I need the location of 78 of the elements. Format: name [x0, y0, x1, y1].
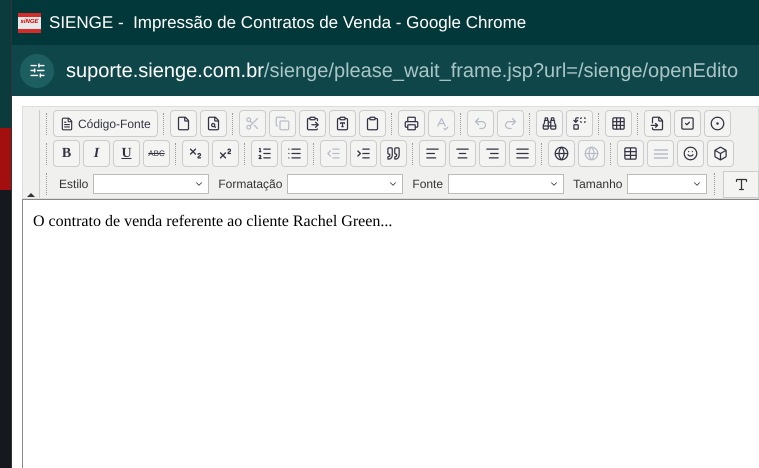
form-icon: [650, 116, 665, 131]
dropdown-label: Fonte: [412, 176, 444, 193]
toolbar-button[interactable]: [419, 140, 446, 167]
align-left-icon: [425, 146, 440, 161]
format-button[interactable]: U: [113, 140, 140, 167]
site-settings-button[interactable]: [20, 54, 54, 88]
replace-icon: [572, 116, 587, 131]
toolbar-button[interactable]: [380, 140, 407, 167]
table-icon: [623, 146, 638, 161]
grid-icon: [610, 116, 626, 131]
format-button[interactable]: ABC: [143, 140, 170, 167]
page-icon: [176, 116, 191, 131]
format-button[interactable]: B: [53, 140, 80, 167]
toolbar-button[interactable]: [251, 140, 278, 167]
smiley-icon: [683, 146, 698, 161]
toolbar-button[interactable]: [328, 110, 356, 137]
dropdown-label: Tamanho: [573, 176, 622, 193]
dropdown-label: Estilo: [59, 176, 88, 193]
binoculars-icon: [542, 116, 557, 131]
toolbar-button[interactable]: [604, 110, 632, 137]
toolbar-button[interactable]: [358, 110, 386, 137]
radio-icon: [710, 116, 725, 131]
justify-icon: [515, 146, 530, 161]
toolbar-button[interactable]: [566, 110, 593, 137]
settings-icon: [28, 62, 46, 79]
source-icon: [60, 116, 74, 130]
outdent-icon: [326, 146, 341, 161]
clipboard-text-icon: [334, 116, 350, 131]
numbered-list-icon: [257, 146, 272, 161]
toolbar-button[interactable]: [509, 140, 536, 167]
superscript-icon: [218, 146, 233, 161]
redo-icon: [502, 116, 518, 131]
toolbar-button[interactable]: [674, 110, 701, 137]
toolbar-button[interactable]: [677, 140, 704, 167]
toolbar-button[interactable]: [617, 140, 644, 167]
indent-icon: [356, 146, 371, 161]
toolbar-button[interactable]: [200, 110, 227, 137]
checkbox-icon: [680, 116, 695, 131]
toolbar-button[interactable]: [479, 140, 506, 167]
globe-icon: [584, 146, 599, 161]
toolbar-button[interactable]: [182, 140, 209, 167]
globe-icon: [554, 146, 569, 161]
editor-area[interactable]: O contrato de venda referente ao cliente Rachel Green...: [22, 199, 759, 468]
cube-icon: [713, 146, 728, 161]
horizontal-rule-icon: [654, 148, 668, 158]
clipboard-word-icon: [364, 116, 380, 131]
toolbar-button[interactable]: [548, 140, 575, 167]
subscript-icon: [188, 146, 203, 161]
toolbar-button[interactable]: [281, 140, 308, 167]
text-color-button[interactable]: [723, 170, 759, 198]
printer-icon: [404, 116, 419, 131]
scissors-icon: [244, 116, 260, 131]
url-text[interactable]: suporte.sienge.com.br/sienge/please_wait_frame.jsp?url=/sienge/openEdito: [66, 56, 738, 86]
align-right-icon: [485, 146, 500, 161]
dropdown-label: Formatação: [218, 176, 282, 193]
source-code-button[interactable]: Código-Fonte: [53, 110, 158, 137]
window-title: SIENGE - Impressão de Contratos de Venda - Google Chrome: [49, 12, 526, 34]
toolbar-button[interactable]: [707, 140, 734, 167]
toolbar-button[interactable]: [704, 110, 731, 137]
format-button[interactable]: I: [83, 140, 110, 167]
toolbar-button[interactable]: [398, 110, 425, 137]
toolbar-button[interactable]: [536, 110, 563, 137]
quote-icon: [386, 146, 401, 161]
clipboard-icon: [304, 116, 320, 131]
toolbar-button[interactable]: [449, 140, 476, 167]
collapse-icon[interactable]: [27, 193, 35, 197]
text-color-icon: [734, 176, 749, 192]
toolbar-button[interactable]: [212, 140, 239, 167]
toolbar-button[interactable]: [298, 110, 326, 137]
bullet-list-icon: [287, 146, 302, 161]
toolbar-button[interactable]: [170, 110, 197, 137]
toolbar-button[interactable]: [644, 110, 671, 137]
preview-icon: [206, 116, 221, 131]
editor-text: O contrato de venda referente ao cliente Rachel Green...: [33, 212, 394, 232]
copy-icon: [274, 116, 290, 131]
align-center-icon: [455, 146, 470, 161]
toolbar-button[interactable]: [350, 140, 377, 167]
undo-icon: [472, 116, 488, 131]
